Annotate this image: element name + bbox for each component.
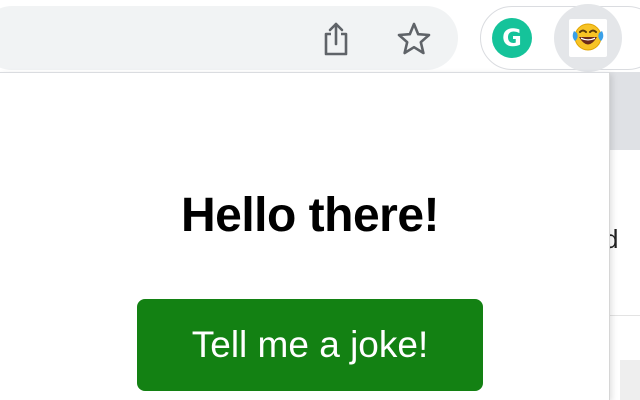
- joke-extension-button[interactable]: [554, 4, 622, 72]
- browser-toolbar: G: [0, 0, 640, 72]
- background-page-bar: [620, 360, 640, 400]
- extension-popup: Hello there! Tell me a joke!: [0, 72, 610, 400]
- share-button[interactable]: [314, 17, 358, 61]
- address-bar[interactable]: [0, 6, 458, 70]
- laughing-emoji-icon: [569, 19, 607, 57]
- popup-heading: Hello there!: [180, 189, 440, 242]
- tell-joke-button[interactable]: Tell me a joke!: [137, 299, 483, 391]
- star-icon: [397, 22, 431, 55]
- background-divider: [610, 315, 640, 316]
- share-icon: [324, 22, 348, 56]
- laughing-emoji-graphic: [572, 23, 604, 51]
- bookmark-star-button[interactable]: [392, 17, 436, 61]
- grammarly-icon: G: [502, 24, 522, 52]
- grammarly-extension-button[interactable]: G: [492, 18, 532, 58]
